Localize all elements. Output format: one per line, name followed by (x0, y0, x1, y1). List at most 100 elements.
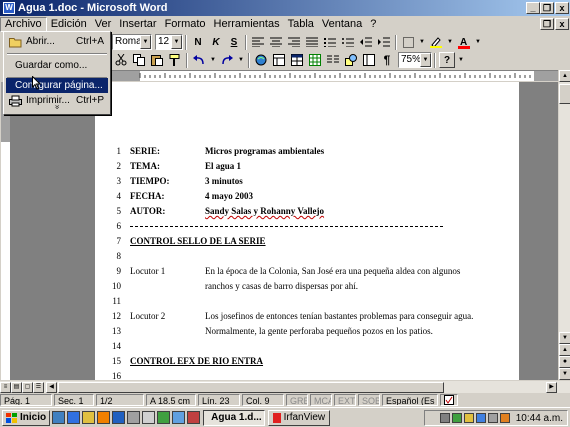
volume-icon[interactable] (487, 413, 498, 423)
align-left-icon[interactable] (250, 34, 266, 50)
outlook-quicklaunch-icon[interactable] (82, 411, 96, 424)
menu-edicion[interactable]: Edición (47, 17, 91, 32)
app-quicklaunch-icon[interactable] (157, 411, 171, 424)
close-button[interactable]: x (555, 2, 569, 14)
menu-ventana[interactable]: Ventana (318, 17, 366, 32)
spelling-status-icon[interactable] (440, 394, 458, 406)
font-name-combo[interactable]: Roman ▼ (112, 34, 152, 50)
web-view-button[interactable]: ▤ (11, 382, 22, 393)
chevron-down-icon[interactable]: ▼ (446, 34, 454, 50)
chevron-down-icon[interactable]: ▼ (171, 35, 182, 49)
chevron-down-icon[interactable]: ▼ (420, 53, 431, 67)
chevron-down-icon[interactable]: ▼ (140, 35, 151, 49)
status-language[interactable]: Español (Es (382, 394, 438, 406)
normal-view-button[interactable]: ≡ (0, 382, 11, 393)
document-line[interactable]: 7 CONTROL SELLO DE LA SERIE (95, 234, 519, 249)
print-view-button[interactable]: ▢ (22, 382, 33, 393)
select-browse-object-button[interactable]: ● (559, 356, 570, 368)
document-line[interactable]: 16 (95, 369, 519, 380)
bullet-list-icon[interactable] (340, 34, 356, 50)
hyperlink-icon[interactable] (253, 52, 269, 68)
document-area[interactable]: 1 SERIE: Micros programas ambientales 2 TEMA… (11, 82, 558, 380)
menu-tabla[interactable]: Tabla (284, 17, 318, 32)
document-line[interactable]: 9 Locutor 1 En la época de la Colonia, San… (95, 264, 519, 279)
menu-item-open[interactable]: Abrir... Ctrl+A (6, 34, 108, 50)
document-line[interactable]: 5 AUTOR: Sandy Salas y Rohanny Vallejo (95, 204, 519, 219)
numbered-list-icon[interactable] (322, 34, 338, 50)
vertical-ruler[interactable] (0, 82, 11, 380)
font-size-combo[interactable]: 12 ▼ (155, 34, 183, 50)
app3-quicklaunch-icon[interactable] (187, 411, 201, 424)
help-button[interactable]: ? (439, 52, 455, 68)
document-line[interactable]: 3 TIEMPO: 3 minutos (95, 174, 519, 189)
clock[interactable]: 10:44 a.m. (516, 413, 563, 424)
document-line[interactable]: 12 Locutor 2 Los josefinos de entonces ten… (95, 309, 519, 324)
format-painter-icon[interactable] (167, 52, 183, 68)
increase-indent-icon[interactable] (376, 34, 392, 50)
desktop-quicklaunch-icon[interactable] (52, 411, 66, 424)
scroll-thumb[interactable] (559, 84, 570, 104)
align-right-icon[interactable] (286, 34, 302, 50)
status-grb[interactable]: GRB (286, 394, 308, 406)
border-icon[interactable] (400, 34, 416, 50)
task-irfanview[interactable]: IrfanView (268, 409, 331, 426)
chevron-down-icon[interactable]: ▼ (237, 52, 245, 68)
word-app-icon[interactable]: W (3, 2, 15, 14)
document-line[interactable]: 10 ranchos y casas de barro dispersas por… (95, 279, 519, 294)
status-mca[interactable]: MCA (310, 394, 332, 406)
horizontal-scrollbar[interactable]: ≡ ▤ ▢ ☰ ◀ ▶ (0, 380, 570, 393)
columns-icon[interactable] (325, 52, 341, 68)
zoom-combo[interactable]: 75% ▼ (398, 52, 432, 68)
restore-button[interactable]: ❐ (540, 2, 554, 14)
tray-icon[interactable] (439, 413, 450, 423)
document-line[interactable]: 15 CONTROL EFX DE RIO ENTRA (95, 354, 519, 369)
decrease-indent-icon[interactable] (358, 34, 374, 50)
scroll-right-button[interactable]: ▶ (546, 382, 557, 393)
scroll-left-button[interactable]: ◀ (46, 382, 57, 393)
task-word[interactable]: Agua 1.d... (203, 409, 266, 426)
document-line[interactable]: 1 SERIE: Micros programas ambientales (95, 144, 519, 159)
doc-close-button[interactable]: x (555, 18, 569, 30)
doc-restore-button[interactable]: ❐ (540, 18, 554, 30)
document-line[interactable]: 14 (95, 339, 519, 354)
italic-button[interactable]: K (208, 34, 224, 50)
chevron-down-icon[interactable]: ▼ (209, 52, 217, 68)
vertical-scrollbar[interactable]: ▲ ▼ ▲ ● ▼ (558, 70, 570, 380)
redo-icon[interactable] (219, 52, 235, 68)
chevron-down-icon[interactable]: ▼ (457, 52, 465, 68)
document-page[interactable]: 1 SERIE: Micros programas ambientales 2 TEMA… (95, 82, 519, 380)
copy-icon[interactable] (131, 52, 147, 68)
insert-table-icon[interactable] (289, 52, 305, 68)
scroll-down-button[interactable]: ▼ (559, 332, 570, 344)
document-line[interactable]: 4 FECHA: 4 mayo 2003 (95, 189, 519, 204)
tray-icon[interactable] (451, 413, 462, 423)
hscroll-thumb[interactable] (58, 382, 444, 393)
pilcrow-icon[interactable]: ¶ (379, 52, 395, 68)
horizontal-ruler[interactable] (110, 70, 570, 81)
menu-formato[interactable]: Formato (161, 17, 210, 32)
document-line[interactable]: 8 (95, 249, 519, 264)
undo-icon[interactable] (191, 52, 207, 68)
document-line[interactable]: 6 (95, 219, 519, 234)
drawing-icon[interactable] (343, 52, 359, 68)
underline-button[interactable]: S (226, 34, 242, 50)
minimize-button[interactable]: _ (526, 2, 540, 14)
cut-icon[interactable] (113, 52, 129, 68)
tray-icon[interactable] (463, 413, 474, 423)
app2-quicklaunch-icon[interactable] (172, 411, 186, 424)
bold-button[interactable]: N (190, 34, 206, 50)
insert-excel-icon[interactable] (307, 52, 323, 68)
align-center-icon[interactable] (268, 34, 284, 50)
document-line[interactable]: 2 TEMA: El agua 1 (95, 159, 519, 174)
highlight-icon[interactable] (428, 34, 444, 50)
chevron-down-icon[interactable]: ▼ (474, 34, 482, 50)
explorer-quicklaunch-icon[interactable] (127, 411, 141, 424)
chevron-down-icon[interactable]: ▼ (418, 34, 426, 50)
menu-herramientas[interactable]: Herramientas (210, 17, 284, 32)
justify-icon[interactable] (304, 34, 320, 50)
document-line[interactable]: 11 (95, 294, 519, 309)
menu-help[interactable]: ? (366, 17, 380, 32)
status-sob[interactable]: SOB (358, 394, 380, 406)
menu-insertar[interactable]: Insertar (115, 17, 160, 32)
tray-icon[interactable] (475, 413, 486, 423)
